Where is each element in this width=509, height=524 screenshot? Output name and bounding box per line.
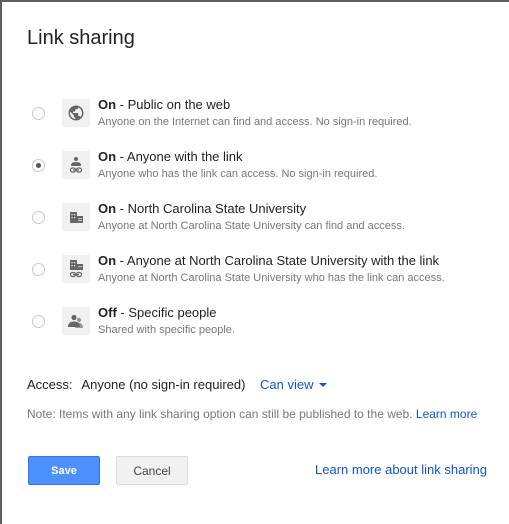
learn-more-link-sharing[interactable]: Learn more about link sharing	[315, 462, 487, 477]
building-icon	[62, 203, 90, 231]
option-state: On	[98, 149, 117, 164]
radio-public-on-web[interactable]	[32, 107, 45, 120]
option-description: Anyone at North Carolina State Universit…	[98, 220, 405, 232]
note-learn-more-link[interactable]: Learn more	[416, 407, 477, 421]
permission-value: Can view	[260, 377, 314, 392]
option-label: Public on the web	[127, 97, 231, 112]
radio-organization[interactable]	[32, 211, 45, 224]
radio-organization-with-link[interactable]	[32, 263, 45, 276]
option-state: On	[98, 253, 117, 268]
option-label: Anyone with the link	[126, 149, 243, 164]
dialog-title: Link sharing	[27, 27, 135, 49]
option-state: On	[98, 97, 117, 112]
option-description: Anyone on the Internet can find and acce…	[98, 116, 412, 128]
access-row: Access: Anyone (no sign-in required)	[27, 377, 245, 392]
link-sharing-dialog: Link sharing On - Public on the web Anyo…	[0, 0, 509, 524]
option-specific-people[interactable]: Off - Specific people Shared with specif…	[2, 305, 509, 347]
option-description: Anyone at North Carolina State Universit…	[98, 272, 445, 284]
permission-dropdown[interactable]: Can view	[260, 377, 328, 392]
access-value: Anyone (no sign-in required)	[81, 377, 246, 392]
option-label: Specific people	[128, 305, 217, 320]
globe-icon	[62, 99, 90, 127]
option-description: Shared with specific people.	[98, 324, 235, 336]
building-link-icon	[62, 255, 90, 283]
option-organization-with-link[interactable]: On - Anyone at North Carolina State Univ…	[2, 253, 509, 295]
radio-specific-people[interactable]	[32, 315, 45, 328]
cancel-button[interactable]: Cancel	[116, 456, 188, 485]
option-organization[interactable]: On - North Carolina State University Any…	[2, 201, 509, 243]
people-icon	[62, 307, 90, 335]
option-label: Anyone at North Carolina State Universit…	[126, 253, 440, 268]
option-public-on-web[interactable]: On - Public on the web Anyone on the Int…	[2, 97, 509, 139]
radio-anyone-with-link[interactable]	[32, 159, 45, 172]
option-state: On	[98, 201, 117, 216]
option-anyone-with-link[interactable]: On - Anyone with the link Anyone who has…	[2, 149, 509, 191]
option-label: North Carolina State University	[127, 201, 307, 216]
option-description: Anyone who has the link can access. No s…	[98, 168, 378, 180]
note-text: Note: Items with any link sharing option…	[27, 407, 413, 421]
chevron-down-icon	[319, 382, 328, 387]
option-state: Off	[98, 305, 117, 320]
publish-note: Note: Items with any link sharing option…	[27, 407, 477, 421]
person-link-icon	[62, 151, 90, 179]
save-button[interactable]: Save	[28, 456, 100, 485]
access-label: Access:	[27, 377, 73, 392]
